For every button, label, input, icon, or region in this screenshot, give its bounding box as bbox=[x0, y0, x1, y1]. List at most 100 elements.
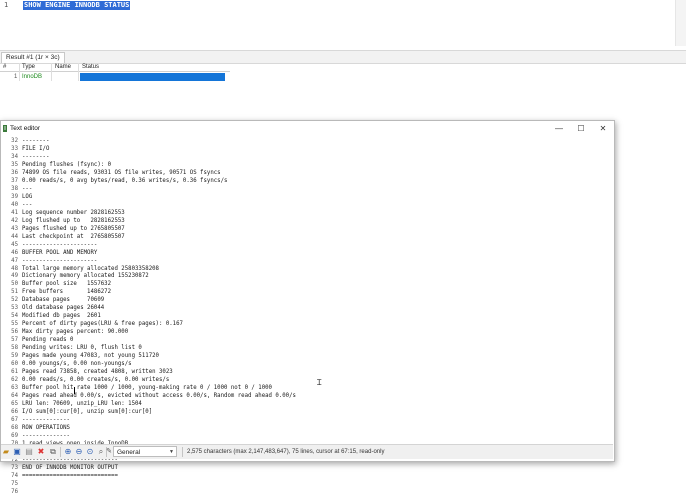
zoom-in-icon[interactable]: ⊕ bbox=[63, 446, 73, 458]
text-line-number: 61 bbox=[11, 369, 18, 376]
column-header-type[interactable]: Type bbox=[22, 63, 35, 71]
text-line-content: LRU len: 70609, unzip_LRU len: 1504 bbox=[22, 400, 142, 407]
delete-icon[interactable]: ✖ bbox=[36, 446, 46, 458]
text-line-content: Dictionary memory allocated 155230872 bbox=[22, 273, 149, 280]
clipboard-icon[interactable]: ▤ bbox=[24, 446, 34, 458]
text-line-content: Percent of dirty pages(LRU & free pages)… bbox=[22, 321, 183, 328]
text-line: 62 0.00 reads/s, 0.00 creates/s, 0.00 wri… bbox=[1, 377, 601, 385]
text-line: 56 Max dirty pages percent: 90.000 bbox=[1, 329, 601, 337]
line-gutter: 1 bbox=[0, 0, 18, 48]
text-line: 53 Old database pages 26044 bbox=[1, 305, 601, 313]
text-line: 66 I/O sum[0]:cur[0], unzip sum[0]:cur[0] bbox=[1, 409, 601, 417]
text-line-number: 46 bbox=[11, 249, 18, 256]
text-line: 55 Percent of dirty pages(LRU & free page… bbox=[1, 321, 601, 329]
text-line: 40 --- bbox=[1, 202, 601, 210]
text-line-number: 62 bbox=[11, 377, 18, 384]
row-number: 1 bbox=[14, 74, 18, 80]
cell-status-selected[interactable] bbox=[80, 73, 225, 81]
text-line-content: 74899 OS file reads, 93031 OS file write… bbox=[22, 169, 221, 176]
text-line: 46 BUFFER POOL AND MEMORY bbox=[1, 250, 601, 258]
text-line-number: 55 bbox=[11, 321, 18, 328]
text-line-content: Max dirty pages percent: 90.000 bbox=[22, 329, 129, 336]
result-grid[interactable]: # Type Name Status 1 InnoDB bbox=[0, 63, 686, 83]
text-line-number: 56 bbox=[11, 329, 18, 336]
text-line-number: 33 bbox=[11, 145, 18, 152]
maximize-button[interactable]: ☐ bbox=[570, 121, 592, 137]
result-tabs: Result #1 (1r × 3c) bbox=[0, 50, 686, 64]
cell-type[interactable]: InnoDB bbox=[22, 73, 42, 81]
text-line-number: 65 bbox=[11, 400, 18, 407]
text-line: 63 Buffer pool hit rate 1000 / 1000, youn… bbox=[1, 385, 601, 393]
text-line: 59 Pages made young 47083, not young 5117… bbox=[1, 353, 601, 361]
column-header-index[interactable]: # bbox=[3, 63, 6, 71]
save-icon[interactable]: ▣ bbox=[12, 446, 22, 458]
chevron-down-icon: ▼ bbox=[169, 449, 174, 455]
text-line-number: 59 bbox=[11, 353, 18, 360]
text-line-number: 50 bbox=[11, 281, 18, 288]
text-line-content: Pages made young 47083, not young 511720 bbox=[22, 353, 159, 360]
tab-result-1[interactable]: Result #1 (1r × 3c) bbox=[1, 52, 65, 63]
text-line-number: 40 bbox=[11, 201, 18, 208]
text-line-content: Database pages 70609 bbox=[22, 297, 105, 304]
text-line: 38 --- bbox=[1, 186, 601, 194]
editor-toolbar: ▰ ▣ ▤ ✖ ⧉ ⊕ ⊖ ⊙ ⌕ ↵ ✎ General ▼ 2,575 ch… bbox=[1, 444, 613, 459]
text-line: 54 Modified db pages 2601 bbox=[1, 313, 601, 321]
text-line: 69 -------------- bbox=[1, 433, 601, 441]
copy-icon[interactable]: ⧉ bbox=[48, 446, 58, 458]
text-line-number: 41 bbox=[11, 209, 18, 216]
text-line-number: 44 bbox=[11, 233, 18, 240]
text-line-content: Pages read 73858, created 4808, written … bbox=[22, 369, 173, 376]
format-select[interactable]: General ▼ bbox=[113, 446, 177, 457]
vertical-scrollbar[interactable] bbox=[675, 0, 686, 46]
text-line-content: Old database pages 26044 bbox=[22, 305, 105, 312]
text-line: 68 ROW OPERATIONS bbox=[1, 425, 601, 433]
toolbar-divider bbox=[182, 447, 183, 457]
text-line-number: 63 bbox=[11, 385, 18, 392]
toolbar-divider bbox=[60, 447, 61, 457]
text-content-area[interactable]: 32 -------- 33 FILE I/O 34 -------- 35 Pending … bbox=[1, 137, 613, 495]
text-lines: 32 -------- 33 FILE I/O 34 -------- 35 Pending … bbox=[1, 138, 601, 497]
column-divider bbox=[51, 63, 52, 81]
text-caret bbox=[74, 387, 75, 394]
text-line-content: 0.00 reads/s, 0 avg bytes/read, 0.36 wri… bbox=[22, 177, 228, 184]
text-line-content: Buffer pool hit rate 1000 / 1000, young-… bbox=[22, 385, 272, 392]
text-line-content: FILE I/O bbox=[22, 145, 50, 152]
text-line-content: I/O sum[0]:cur[0], unzip sum[0]:cur[0] bbox=[22, 408, 153, 415]
format-icon[interactable]: ✎ bbox=[105, 446, 113, 458]
text-line: 61 Pages read 73858, created 4808, writte… bbox=[1, 369, 601, 377]
text-line-number: 35 bbox=[11, 161, 18, 168]
text-line-content: -------------- bbox=[22, 432, 70, 439]
text-line-content: --- bbox=[22, 201, 33, 208]
text-line-content: Log flushed up to 2828162553 bbox=[22, 217, 125, 224]
text-line: 50 Buffer pool size 1557632 bbox=[1, 281, 601, 289]
column-header-status[interactable]: Status bbox=[82, 63, 99, 71]
zoom-out-icon[interactable]: ⊖ bbox=[74, 446, 84, 458]
sql-query-text[interactable]: SHOW ENGINE INNODB STATUS bbox=[23, 1, 131, 10]
text-line-number: 34 bbox=[11, 153, 18, 160]
text-line-content: -------------- bbox=[22, 416, 70, 423]
folder-open-icon[interactable]: ▰ bbox=[2, 446, 10, 458]
text-line-number: 49 bbox=[11, 273, 18, 280]
text-line-content: Pages read ahead 0.00/s, evicted without… bbox=[22, 393, 296, 399]
text-line: 64 Pages read ahead 0.00/s, evicted witho… bbox=[1, 393, 601, 401]
text-line: 67 -------------- bbox=[1, 417, 601, 425]
text-line-number: 64 bbox=[11, 393, 18, 399]
text-line: 35 Pending flushes (fsync): 0 bbox=[1, 162, 601, 170]
zoom-reset-icon[interactable]: ⊙ bbox=[85, 446, 95, 458]
minimize-button[interactable]: — bbox=[548, 121, 570, 137]
text-line-content: Log sequence number 2828162553 bbox=[22, 209, 125, 216]
mouse-ibeam-icon: Ɪ bbox=[317, 378, 322, 387]
text-line-number: 42 bbox=[11, 217, 18, 224]
title-bar[interactable]: Text editor — ☐ ✕ bbox=[1, 121, 614, 137]
text-line-number: 68 bbox=[11, 424, 18, 431]
column-header-name[interactable]: Name bbox=[55, 63, 71, 71]
query-editor[interactable]: 1 SHOW ENGINE INNODB STATUS bbox=[0, 0, 686, 48]
close-button[interactable]: ✕ bbox=[592, 121, 614, 137]
text-editor-window: Text editor — ☐ ✕ 32 -------- 33 FILE I/O 34… bbox=[0, 120, 615, 495]
text-line-content: 0.00 reads/s, 0.00 creates/s, 0.00 write… bbox=[22, 377, 170, 384]
text-line: 60 0.00 youngs/s, 0.00 non-youngs/s bbox=[1, 361, 601, 369]
text-line-number: 57 bbox=[11, 337, 18, 344]
text-line-content: ROW OPERATIONS bbox=[22, 424, 70, 431]
text-line-content: Pages flushed up to 2765805507 bbox=[22, 225, 125, 232]
text-line: 49 Dictionary memory allocated 155230872 bbox=[1, 273, 601, 281]
